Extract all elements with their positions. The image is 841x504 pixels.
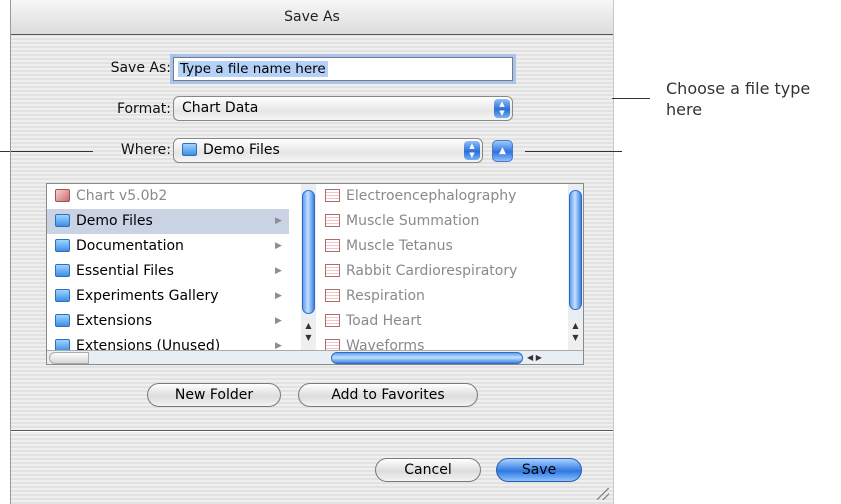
horizontal-scrollbar[interactable]: ◀ ▶ (47, 350, 583, 364)
list-item[interactable]: Rabbit Cardiorespiratory (317, 259, 569, 284)
list-item-label: Experiments Gallery (76, 288, 219, 304)
list-item-label: Respiration (346, 288, 425, 304)
list-item-label: Rabbit Cardiorespiratory (346, 263, 518, 279)
toggle-browser-button[interactable]: ▲ (492, 140, 513, 162)
right-column-scrollbar[interactable]: ▲ ▼ (568, 184, 583, 350)
save-button[interactable]: Save (496, 458, 582, 482)
callout-text: Choose a file type here (666, 79, 811, 119)
chart-document-icon (325, 264, 340, 277)
folder-icon (55, 239, 70, 252)
dialog-title: Save As (11, 0, 613, 35)
triangle-up-icon: ▲ (499, 146, 506, 156)
scroll-arrows-icon[interactable]: ▲ ▼ (301, 320, 316, 350)
list-item[interactable]: Documentation ▶ (47, 234, 289, 259)
filename-field[interactable]: Type a file name here (173, 57, 513, 81)
list-item[interactable]: Toad Heart (317, 309, 569, 334)
list-item[interactable]: Chart v5.0b2 (47, 184, 289, 209)
list-item[interactable]: Muscle Summation (317, 209, 569, 234)
list-item-label: Essential Files (76, 263, 174, 279)
divider-line (612, 151, 622, 152)
list-item[interactable]: Demo Files ▶ (47, 209, 289, 234)
format-value: Chart Data (182, 100, 259, 116)
list-item-label: Documentation (76, 238, 184, 254)
left-column-scrollbar[interactable]: ▲ ▼ (301, 184, 316, 350)
folder-icon (55, 264, 70, 277)
list-item[interactable]: Respiration (317, 284, 569, 309)
callout-leader-line (612, 98, 650, 99)
chart-document-icon (325, 314, 340, 327)
scroll-track-cap (49, 352, 89, 364)
scroll-arrows-icon[interactable]: ◀ ▶ (527, 351, 542, 364)
divider-line (525, 151, 613, 152)
list-item-label: Electroencephalography (346, 188, 517, 204)
save-as-dialog: Save As Save As: Type a file name here F… (10, 0, 614, 504)
file-browser: Chart v5.0b2 Demo Files ▶ Documentation ▶ … (46, 183, 584, 365)
divider-line (11, 151, 93, 152)
folder-icon (55, 314, 70, 327)
add-to-favorites-button[interactable]: Add to Favorites (298, 383, 478, 407)
list-item[interactable]: Extensions ▶ (47, 309, 289, 334)
scroll-arrows-icon[interactable]: ▲ ▼ (568, 320, 583, 350)
scroll-thumb[interactable] (302, 190, 315, 314)
scroll-thumb[interactable] (569, 190, 582, 310)
where-label: Where: (120, 142, 171, 158)
list-item-label: Extensions (76, 313, 153, 329)
list-item-label: Muscle Summation (346, 213, 480, 229)
disclosure-arrow-icon: ▶ (275, 291, 282, 301)
browser-right-column: Electroencephalography Muscle Summation … (317, 184, 569, 359)
format-label: Format: (116, 101, 171, 117)
save-as-label: Save As: (110, 60, 171, 76)
popup-arrows-icon: ▲ ▼ (464, 141, 480, 160)
format-popup[interactable]: Chart Data ▲ ▼ (173, 96, 513, 121)
divider-line (0, 151, 10, 152)
horizontal-scroll-thumb[interactable] (331, 352, 523, 364)
divider-line (11, 430, 613, 432)
chart-document-icon (325, 289, 340, 302)
list-item[interactable]: Experiments Gallery ▶ (47, 284, 289, 309)
disclosure-arrow-icon: ▶ (275, 266, 282, 276)
list-item-label: Toad Heart (346, 313, 422, 329)
application-icon (55, 189, 70, 202)
cancel-button[interactable]: Cancel (375, 458, 481, 482)
list-item-label: Muscle Tetanus (346, 238, 453, 254)
folder-icon (55, 214, 70, 227)
popup-arrows-icon: ▲ ▼ (494, 99, 510, 118)
chart-document-icon (325, 239, 340, 252)
folder-icon (55, 289, 70, 302)
where-popup[interactable]: Demo Files ▲ ▼ (173, 138, 483, 163)
browser-left-column: Chart v5.0b2 Demo Files ▶ Documentation ▶ … (47, 184, 289, 359)
list-item[interactable]: Muscle Tetanus (317, 234, 569, 259)
chart-document-icon (325, 189, 340, 202)
folder-icon (182, 143, 197, 156)
list-item-label: Demo Files (76, 213, 153, 229)
list-item-label: Chart v5.0b2 (76, 188, 168, 204)
list-item[interactable]: Essential Files ▶ (47, 259, 289, 284)
disclosure-arrow-icon: ▶ (275, 316, 282, 326)
disclosure-arrow-icon: ▶ (275, 241, 282, 251)
disclosure-arrow-icon: ▶ (275, 216, 282, 226)
new-folder-button[interactable]: New Folder (147, 383, 281, 407)
chart-document-icon (325, 214, 340, 227)
resize-grip-icon[interactable] (597, 488, 609, 500)
list-item[interactable]: Electroencephalography (317, 184, 569, 209)
filename-value[interactable]: Type a file name here (178, 61, 328, 77)
where-value: Demo Files (203, 142, 280, 158)
